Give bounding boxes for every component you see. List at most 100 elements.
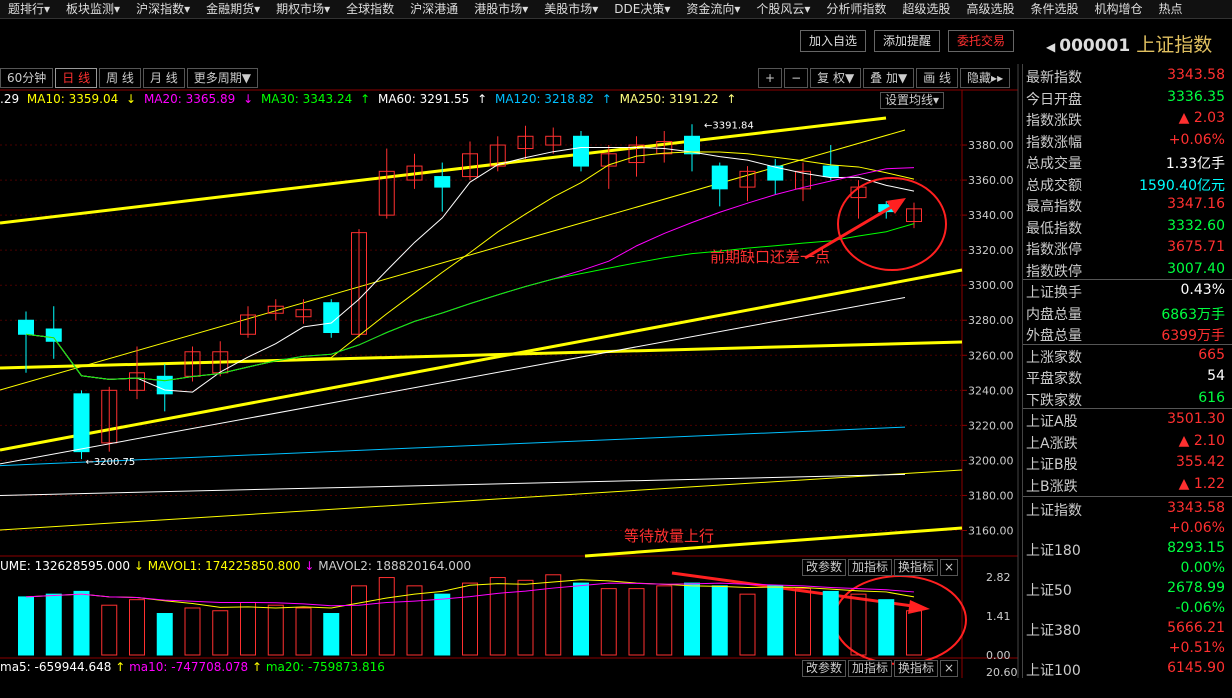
sub-ma10-label: ma10: -747708.078 — [129, 660, 249, 674]
index-name: 上证180 — [1026, 543, 1081, 559]
quote-label: 今日开盘 — [1026, 91, 1082, 108]
index-name: 上证指数 — [1026, 503, 1082, 519]
quote-value: 3347.16 — [1167, 196, 1225, 212]
volume-bar — [73, 590, 90, 656]
index-change: 0.00% — [1180, 560, 1225, 576]
quote-label: 总成交额 — [1026, 177, 1082, 194]
sub-indicator-legend: ma5: -659944.648 ↑ ma10: -747708.078 ↑ m… — [0, 660, 385, 674]
candle-body — [711, 165, 728, 190]
price-tick-label: 3260.00 — [968, 349, 1014, 362]
index-row[interactable]: 上证指数 3343.58 +0.06% — [1023, 498, 1225, 538]
index-row[interactable]: 上证380 5666.21 +0.51% — [1023, 618, 1225, 658]
quote-row: 下跌家数 616 — [1023, 388, 1225, 409]
price-tick-label: 3240.00 — [968, 384, 1014, 397]
quote-value: ▲ 2.03 — [1178, 110, 1225, 126]
volume-bar — [156, 613, 173, 656]
sub-ma20-label: ma20: -759873.816 — [265, 660, 385, 674]
volume-tools: 改参数 加指标 换指标 × — [802, 559, 959, 576]
index-row[interactable]: 上证180 8293.15 0.00% — [1023, 538, 1225, 578]
volume-label: UME: 132628595.000 — [0, 559, 131, 573]
quote-row: 内盘总量 6863万手 — [1023, 302, 1225, 323]
quote-value: 665 — [1198, 346, 1225, 363]
sub-tick-label: 20.60 — [986, 666, 1018, 678]
volume-tick-label: 1.41 — [986, 610, 1011, 623]
edit-params-button[interactable]: 改参数 — [802, 559, 847, 576]
volume-bar — [767, 585, 784, 656]
quote-label: 上证B股 — [1026, 457, 1078, 473]
quote-value: 6399万手 — [1161, 328, 1225, 344]
quote-row: 总成交额 1590.40亿元 — [1023, 173, 1225, 194]
quote-row: 指数涨停 3675.71 — [1023, 237, 1225, 258]
volume-bar — [711, 585, 728, 656]
quote-row: 最新指数 3343.58 — [1023, 65, 1225, 86]
swap-indicator-button[interactable]: 换指标 — [894, 559, 939, 576]
add-indicator-button[interactable]: 加指标 — [848, 559, 893, 576]
volume-bar — [906, 610, 922, 656]
trend-line — [0, 340, 963, 370]
menu-item-15[interactable]: 条件选股 — [1022, 0, 1086, 18]
volume-bar — [18, 596, 34, 656]
quote-row: 上证A股 3501.30 — [1023, 409, 1225, 430]
index-row[interactable]: 上证50 2678.99 -0.06% — [1023, 578, 1225, 618]
volume-bar — [212, 610, 229, 656]
quote-panel: 最新指数 3343.58 今日开盘 3336.35 指数涨跌 ▲ 2.03 指数涨幅 +0.0… — [1022, 64, 1232, 679]
volume-bar — [600, 588, 617, 656]
quote-label: 指数涨停 — [1026, 242, 1082, 258]
add-indicator-button-2[interactable]: 加指标 — [848, 660, 893, 677]
mavol2-label: MAVOL2: 188820164.000 — [318, 559, 472, 573]
price-tick-label: 3280.00 — [968, 314, 1014, 327]
volume-bar — [378, 577, 395, 656]
panel-divider — [1023, 496, 1232, 497]
quote-value: 1.33亿手 — [1165, 156, 1225, 172]
quote-row: 上涨家数 665 — [1023, 345, 1225, 366]
volume-bar — [434, 593, 451, 656]
volume-bar — [267, 604, 284, 656]
security-name: 上证指数 — [1136, 34, 1213, 56]
close-panel-icon-2[interactable]: × — [940, 660, 959, 677]
volume-bar — [656, 585, 673, 656]
candle-body — [156, 375, 173, 395]
candle-body — [45, 328, 62, 342]
index-change: -0.06% — [1175, 600, 1225, 616]
collapse-triangle-icon[interactable]: ◀ — [1046, 40, 1055, 54]
gap-annotation: 前期缺口还差一点 — [710, 248, 831, 266]
trend-line — [0, 116, 887, 225]
index-row[interactable]: 上证100 6145.90 — [1023, 658, 1225, 698]
security-code: 000001 — [1059, 36, 1131, 56]
edit-params-button-2[interactable]: 改参数 — [802, 660, 847, 677]
index-value: 3343.58 — [1167, 500, 1225, 516]
volume-bar — [489, 577, 506, 656]
quote-value: 6863万手 — [1161, 306, 1225, 323]
quote-value: ▲ 2.10 — [1178, 432, 1225, 449]
quote-value: 3501.30 — [1167, 411, 1225, 427]
price-tick-label: 3340.00 — [968, 209, 1014, 222]
volume-tick-label: 2.82 — [986, 571, 1011, 584]
quote-label: 上证换手 — [1026, 285, 1082, 301]
quote-row: 平盘家数 54 — [1023, 366, 1225, 387]
quote-row: 上B涨跌 ▲ 1.22 — [1023, 474, 1225, 495]
trend-line — [0, 268, 963, 452]
quote-label: 外盘总量 — [1026, 328, 1082, 344]
volume-bar — [323, 613, 340, 656]
close-panel-icon[interactable]: × — [940, 559, 959, 576]
ma250-line — [0, 473, 906, 496]
mavol1-label: MAVOL1: 174225850.800 — [147, 559, 301, 573]
index-change: +0.06% — [1168, 520, 1225, 536]
quote-row: 指数涨跌 ▲ 2.03 — [1023, 108, 1225, 129]
volume-bar — [850, 593, 867, 656]
quote-value: 54 — [1207, 368, 1225, 384]
volume-bar — [351, 585, 367, 656]
swap-indicator-button-2[interactable]: 换指标 — [894, 660, 939, 677]
menu-item-17[interactable]: 热点 — [1150, 0, 1190, 18]
quote-label: 最新指数 — [1026, 70, 1082, 86]
volume-bar — [45, 593, 62, 656]
candle-body — [323, 302, 340, 334]
menu-item-16[interactable]: 机构增仓 — [1086, 0, 1150, 18]
index-value: 6145.90 — [1167, 660, 1225, 676]
trend-line — [0, 469, 963, 531]
volume-bar — [878, 599, 895, 656]
quote-value: 1590.40亿元 — [1139, 177, 1225, 194]
low-price-label: ←3200.75 — [86, 457, 136, 468]
volume-bar — [739, 593, 756, 656]
price-tick-label: 3380.00 — [968, 139, 1014, 152]
